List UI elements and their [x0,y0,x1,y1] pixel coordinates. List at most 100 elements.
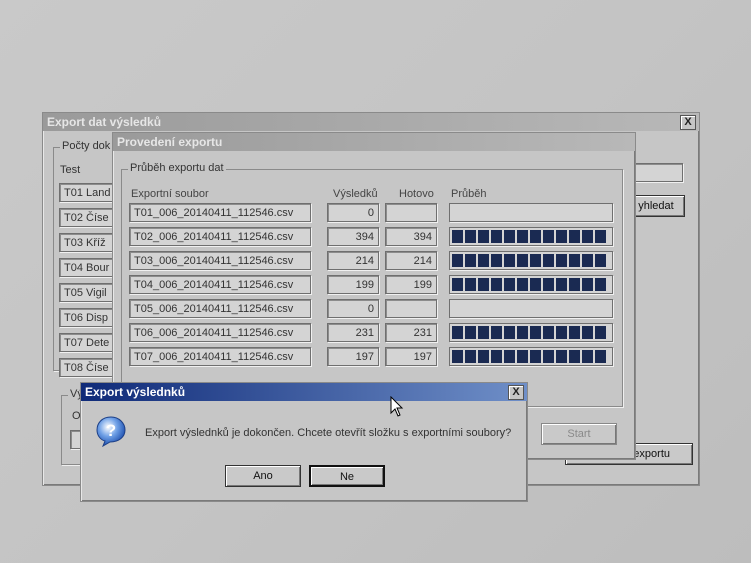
progress-segment [543,350,554,363]
progress-bar [449,227,613,246]
progress-segment [595,326,606,339]
progress-segment [556,254,567,267]
progress-segment [582,350,593,363]
results-count: 231 [327,323,379,342]
progress-segment [595,254,606,267]
export-complete-dialog: Export výslednků X ? Export výslednků je… [80,382,528,502]
progress-bar [449,299,613,318]
export-row: T06_006_20140411_112546.csv 231 231 [113,323,633,343]
progress-segment [491,278,502,291]
export-file-name: T03_006_20140411_112546.csv [129,251,311,270]
progress-segment [491,326,502,339]
done-count: 199 [385,275,437,294]
done-count: 214 [385,251,437,270]
progress-segment [582,278,593,291]
yes-button[interactable]: Ano [225,465,301,487]
svg-text:?: ? [106,421,116,440]
no-button[interactable]: Ne [309,465,385,487]
export-row: T05_006_20140411_112546.csv 0 [113,299,633,319]
column-header-done: Hotovo [399,188,434,200]
dialog-title: Export výslednků [85,385,186,399]
progress-segment [517,254,528,267]
progress-segment [556,326,567,339]
progress-segment [491,350,502,363]
progress-segment [504,230,515,243]
search-field[interactable] [633,163,683,182]
progress-segment [595,278,606,291]
progress-segment [569,350,580,363]
progress-segment [504,326,515,339]
progress-segment [504,254,515,267]
export-results-titlebar[interactable]: Export dat výsledků X [43,113,699,131]
export-file-name: T02_006_20140411_112546.csv [129,227,311,246]
progress-bar [449,275,613,294]
progress-segment [465,254,476,267]
dialog-message: Export výslednků je dokončen. Chcete ote… [145,427,512,439]
results-count: 0 [327,203,379,222]
progress-segment [556,278,567,291]
test-list-item[interactable]: T04 Bour [59,258,115,277]
start-button[interactable]: Start [541,423,617,445]
done-count [385,299,437,318]
progress-segment [504,350,515,363]
close-icon[interactable]: X [508,385,524,400]
export-file-name: T01_006_20140411_112546.csv [129,203,311,222]
test-list-item[interactable]: T05 Vigil [59,283,115,302]
results-count: 214 [327,251,379,270]
test-list-item[interactable]: T02 Číse [59,208,115,227]
progress-segment [582,230,593,243]
progress-segment [465,350,476,363]
progress-segment [556,350,567,363]
progress-segment [556,230,567,243]
progress-segment [491,230,502,243]
progress-segment [465,278,476,291]
progress-segment [530,278,541,291]
export-results-title: Export dat výsledků [47,115,162,129]
export-row: T03_006_20140411_112546.csv 214 214 [113,251,633,271]
progress-segment [530,230,541,243]
progress-segment [543,254,554,267]
column-header-results: Výsledků [333,188,378,200]
done-count: 394 [385,227,437,246]
progress-segment [530,350,541,363]
test-list-item[interactable]: T06 Disp [59,308,115,327]
progress-segment [517,350,528,363]
column-header-progress: Průběh [451,188,487,200]
results-count: 394 [327,227,379,246]
progress-segment [543,326,554,339]
export-file-name: T07_006_20140411_112546.csv [129,347,311,366]
progress-segment [478,278,489,291]
progress-bar [449,251,613,270]
progress-segment [569,326,580,339]
test-list-item[interactable]: T08 Číse [59,358,115,377]
progress-segment [569,278,580,291]
progress-segment [478,326,489,339]
progress-segment [452,350,463,363]
progress-segment [543,230,554,243]
progress-segment [465,326,476,339]
export-file-name: T06_006_20140411_112546.csv [129,323,311,342]
mouse-cursor [390,395,404,418]
progress-segment [595,230,606,243]
export-progress-titlebar[interactable]: Provedení exportu [113,133,635,151]
results-count: 199 [327,275,379,294]
progress-segment [452,254,463,267]
progress-segment [517,326,528,339]
results-count: 0 [327,299,379,318]
close-icon[interactable]: X [680,115,696,130]
progress-segment [478,254,489,267]
progress-segment [452,326,463,339]
progress-segment [452,230,463,243]
progress-bar [449,203,613,222]
export-row: T04_006_20140411_112546.csv 199 199 [113,275,633,295]
test-list-item[interactable]: T03 Kříž [59,233,115,252]
column-header-file: Exportní soubor [131,188,209,200]
test-list-item[interactable]: T07 Dete [59,333,115,352]
export-progress-title: Provedení exportu [117,135,223,149]
dialog-titlebar[interactable]: Export výslednků X [81,383,527,401]
progress-segment [582,326,593,339]
test-list-item[interactable]: T01 Land [59,183,115,202]
progress-segment [452,278,463,291]
progress-bar [449,347,613,366]
progress-segment [465,230,476,243]
